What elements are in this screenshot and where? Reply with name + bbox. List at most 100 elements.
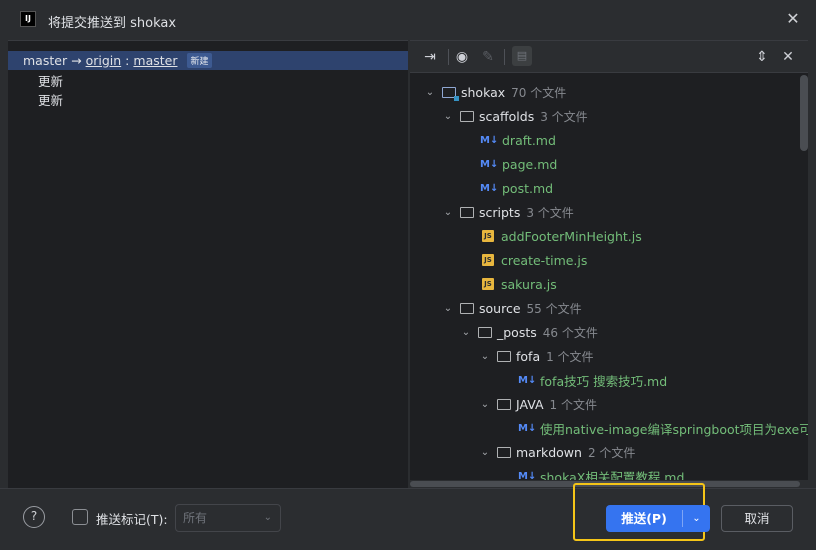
tree-node-posts[interactable]: ⌄ _posts 46 个文件 xyxy=(458,321,598,343)
js-file-icon: JS xyxy=(482,278,494,290)
chevron-down-icon[interactable]: ⌄ xyxy=(422,87,438,98)
toolbar-separator xyxy=(448,49,449,65)
colon-text: : xyxy=(125,53,130,68)
dialog-footer: ? 推送标记(T): 所有 ⌄ 推送(P) ⌄ 取消 xyxy=(0,483,816,550)
tree-file[interactable]: JS addFooterMinHeight.js xyxy=(482,225,642,247)
expand-all-icon[interactable]: ⇕ xyxy=(752,47,772,67)
chevron-down-icon[interactable]: ⌄ xyxy=(440,303,456,314)
file-count: 55 个文件 xyxy=(526,301,582,316)
module-folder-icon xyxy=(442,86,459,101)
tree-file[interactable]: JS sakura.js xyxy=(482,273,557,295)
arrow-glyph: → xyxy=(71,53,82,68)
tree-label: shokax xyxy=(461,84,506,100)
chevron-down-icon[interactable]: ⌄ xyxy=(477,399,493,410)
intellij-app-icon: IJ xyxy=(20,11,36,27)
tree-file[interactable]: JS create-time.js xyxy=(482,249,587,271)
close-button[interactable]: ✕ xyxy=(784,10,802,28)
remote-link[interactable]: origin xyxy=(86,53,122,68)
folder-icon xyxy=(497,446,511,458)
chevron-down-icon: ⌄ xyxy=(263,512,272,523)
chevron-down-icon[interactable]: ⌄ xyxy=(440,111,456,122)
tree-label: JAVA xyxy=(516,396,544,412)
commits-panel: master → origin : master 新建 更新 更新 xyxy=(8,40,408,488)
title-bar: IJ 将提交推送到 shokax ✕ xyxy=(0,0,816,40)
edit-icon[interactable]: ✎ xyxy=(478,47,498,67)
markdown-file-icon: M↓ xyxy=(518,374,537,386)
tree-node-scripts[interactable]: ⌄ scripts 3 个文件 xyxy=(440,201,574,223)
tree-label: _posts xyxy=(497,324,537,340)
tree-file[interactable]: M↓ page.md xyxy=(480,153,557,175)
tags-select[interactable]: 所有 ⌄ xyxy=(175,504,281,532)
chevron-down-icon[interactable]: ⌄ xyxy=(458,327,474,338)
folder-icon xyxy=(478,326,492,338)
folder-icon xyxy=(460,110,474,122)
folder-icon xyxy=(460,302,474,314)
window-title: 将提交推送到 shokax xyxy=(48,16,177,31)
tree-file[interactable]: M↓ draft.md xyxy=(480,129,556,151)
folder-icon xyxy=(497,350,511,362)
tree-label: markdown xyxy=(516,444,582,460)
file-count: 1 个文件 xyxy=(546,349,594,364)
tree-node-source[interactable]: ⌄ source 55 个文件 xyxy=(440,297,582,319)
window-edge xyxy=(0,40,8,550)
js-file-icon: JS xyxy=(482,254,494,266)
local-branch: master xyxy=(23,53,68,68)
file-count: 1 个文件 xyxy=(549,397,597,412)
commit-item[interactable]: 更新 xyxy=(38,71,63,90)
push-button[interactable]: 推送(P) xyxy=(606,505,682,532)
push-tags-checkbox[interactable] xyxy=(72,509,88,525)
file-count: 2 个文件 xyxy=(587,445,636,460)
target-branch-link[interactable]: master xyxy=(133,53,177,68)
file-count: 46 个文件 xyxy=(542,325,598,340)
vertical-scrollbar[interactable] xyxy=(800,75,808,151)
tree-label: page.md xyxy=(502,156,558,172)
markdown-file-icon: M↓ xyxy=(480,182,499,194)
file-count: 3 个文件 xyxy=(526,205,574,220)
changes-toolbar: ⇥ ◉ ✎ ▤ ⇕ ✕ xyxy=(410,41,808,73)
select-value: 所有 xyxy=(183,511,208,525)
tree-label: addFooterMinHeight.js xyxy=(501,228,642,244)
tree-file[interactable]: M↓ post.md xyxy=(480,177,553,199)
tree-label: source xyxy=(479,300,521,316)
push-dropdown-chevron-icon[interactable]: ⌄ xyxy=(683,505,710,532)
tree-node-scaffolds[interactable]: ⌄ scaffolds 3 个文件 xyxy=(440,105,588,127)
tree-node-fofa[interactable]: ⌄ fofa 1 个文件 xyxy=(477,345,594,367)
tree-file[interactable]: M↓ fofa技巧 搜索技巧.md xyxy=(518,369,667,391)
js-file-icon: JS xyxy=(482,230,494,242)
tree-node-java[interactable]: ⌄ JAVA 1 个文件 xyxy=(477,393,597,415)
collapse-all-icon[interactable]: ✕ xyxy=(778,47,798,67)
eye-icon[interactable]: ◉ xyxy=(452,47,472,67)
chevron-down-icon[interactable]: ⌄ xyxy=(477,447,493,458)
folder-icon xyxy=(497,398,511,410)
push-button-group[interactable]: 推送(P) ⌄ xyxy=(606,505,710,532)
tree-node-shokax[interactable]: ⌄ shokax 70 个文件 xyxy=(422,81,566,103)
diff-box-icon[interactable]: ▤ xyxy=(512,46,532,66)
branch-row[interactable]: master → origin : master 新建 xyxy=(8,51,408,70)
cancel-button[interactable]: 取消 xyxy=(721,505,793,532)
tree-label: scripts xyxy=(479,204,521,220)
commit-item[interactable]: 更新 xyxy=(38,90,63,109)
new-badge: 新建 xyxy=(187,53,212,68)
collapse-icon[interactable]: ⇥ xyxy=(420,47,440,67)
file-count: 3 个文件 xyxy=(540,109,588,124)
tree-label: 使用native-image编译springboot项目为exe可执行 xyxy=(540,421,808,437)
chevron-down-icon[interactable]: ⌄ xyxy=(477,351,493,362)
tree-label: fofa技巧 搜索技巧.md xyxy=(540,373,668,389)
help-button[interactable]: ? xyxy=(23,506,45,528)
tree-file[interactable]: M↓ 使用native-image编译springboot项目为exe可执行 xyxy=(518,417,808,439)
chevron-down-icon[interactable]: ⌄ xyxy=(440,207,456,218)
tree-node-markdown[interactable]: ⌄ markdown 2 个文件 xyxy=(477,441,636,463)
tree-label: draft.md xyxy=(502,132,556,148)
tree-label: scaffolds xyxy=(479,108,535,124)
markdown-file-icon: M↓ xyxy=(480,158,499,170)
file-count: 70 个文件 xyxy=(511,85,567,100)
toolbar-separator xyxy=(504,49,505,65)
changes-panel: ⇥ ◉ ✎ ▤ ⇕ ✕ ⌄ shokax 70 个文件 ⌄ scaffolds … xyxy=(410,40,808,488)
tree-label: create-time.js xyxy=(501,252,588,268)
tree-label: post.md xyxy=(502,180,554,196)
push-tags-label: 推送标记(T): xyxy=(96,512,168,527)
tree-label: fofa xyxy=(516,348,541,364)
markdown-file-icon: M↓ xyxy=(480,134,499,146)
folder-icon xyxy=(460,206,474,218)
markdown-file-icon: M↓ xyxy=(518,422,537,434)
